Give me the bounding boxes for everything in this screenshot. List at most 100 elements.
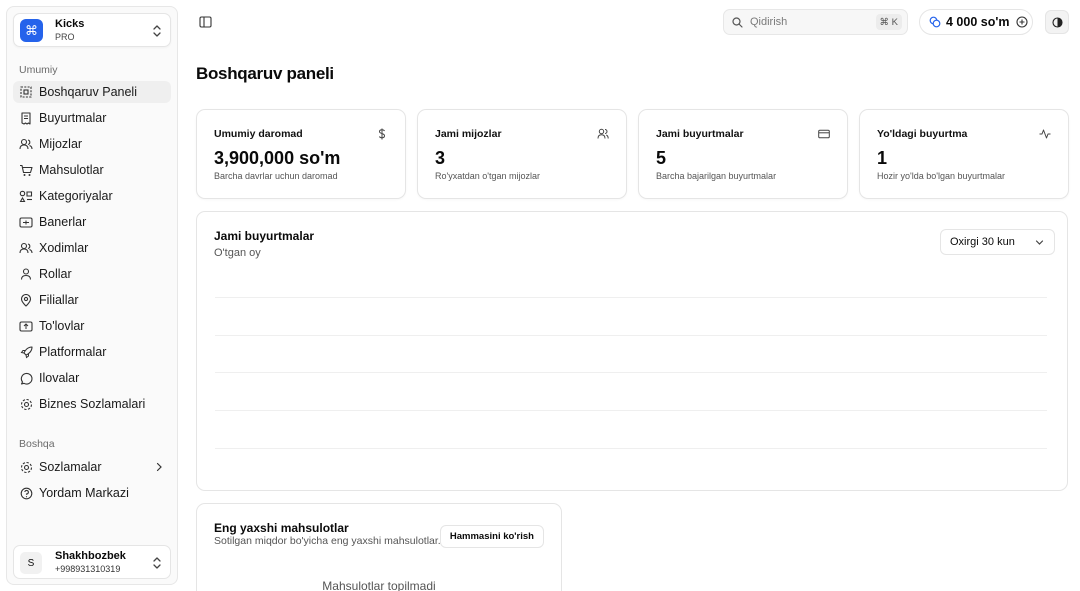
panel-left-icon [198,16,212,28]
top-products-card: Eng yaxshi mahsulotlar Sotilgan miqdor b… [196,503,562,591]
user-menu[interactable]: S Shakhbozbek +998931310319 [13,545,171,579]
help-icon [19,486,33,500]
stat-subtitle: Hozir yo'lda bo'lgan buyurtmalar [877,171,1005,181]
chevron-down-icon [1035,240,1044,245]
cart-icon [19,163,33,177]
sidebar-item-payments[interactable]: To'lovlar [13,315,171,337]
sidebar-item-label: Boshqaruv Paneli [39,85,137,99]
orders-icon [19,111,33,125]
stat-value: 3 [435,148,446,168]
stat-value: 3,900,000 so'm [214,148,341,168]
rocket-icon [19,345,33,359]
stat-title: Yo'ldagi buyurtma [877,128,968,140]
sidebar-item-label: Rollar [39,267,72,281]
balance-pill[interactable]: 4 000 so'm [919,9,1033,35]
stat-title: Jami buyurtmalar [656,128,744,140]
stat-subtitle: Ro'yxatdan o'tgan mijozlar [435,171,540,181]
sidebar-item-banners[interactable]: Banerlar [13,211,171,233]
stat-subtitle: Barcha davrlar uchun daromad [214,171,338,181]
sidebar-item-label: Kategoriyalar [39,189,113,203]
user-name: Shakhbozbek [55,550,126,562]
sidebar-item-label: Mijozlar [39,137,83,151]
stat-subtitle: Barcha bajarilgan buyurtmalar [656,171,777,181]
stat-card-orders: Jami buyurtmalar 5 Barcha bajarilgan buy… [638,109,848,199]
sidebar-item-platforms[interactable]: Platformalar [13,341,171,363]
dollar-icon [378,128,386,140]
banner-icon [19,215,33,229]
avatar: S [20,552,42,574]
categories-icon [19,189,33,203]
chart-gridline [215,410,1047,411]
brand-name: Kicks [55,18,85,30]
sidebar-item-business-settings[interactable]: Biznes Sozlamalari [13,393,171,415]
chart-gridline [215,372,1047,373]
view-all-button[interactable]: Hammasini ko'rish [439,525,544,548]
customers-icon [19,137,33,151]
search-shortcut: ⌘ K [875,14,902,30]
sidebar-item-label: Biznes Sozlamalari [39,397,146,411]
sidebar-item-roles[interactable]: Rollar [13,263,171,285]
users-icon [597,128,609,139]
date-range-select[interactable]: Oxirgi 30 kun [940,229,1055,255]
chevrons-up-down-icon [153,557,161,569]
stat-card-customers: Jami mijozlar 3 Ro'yxatdan o'tgan mijozl… [417,109,627,199]
chart-subtitle: O'tgan oy [214,247,261,259]
stat-value: 5 [656,148,667,168]
theme-toggle-button[interactable] [1045,10,1069,34]
sidebar: ⌘ Kicks PRO Umumiy Boshqaruv Paneli Buyu… [6,6,178,585]
workspace-switcher[interactable]: ⌘ Kicks PRO [13,13,171,47]
top-products-subtitle: Sotilgan miqdor bo'yicha eng yaxshi mahs… [214,535,444,547]
section-label-main: Umumiy [19,64,58,76]
sidebar-item-orders[interactable]: Buyurtmalar [13,107,171,129]
search-box[interactable]: ⌘ K [723,9,908,35]
chat-icon [19,371,33,385]
chart-title: Jami buyurtmalar [214,229,315,243]
sidebar-item-dashboard[interactable]: Boshqaruv Paneli [13,81,171,103]
dashboard-icon [19,85,33,99]
sidebar-item-label: Yordam Markazi [39,486,129,500]
role-icon [19,267,33,281]
sidebar-item-settings[interactable]: Sozlamalar [13,456,171,478]
sidebar-item-label: Xodimlar [39,241,89,255]
sidebar-item-label: Sozlamalar [39,460,102,474]
activity-icon [1039,129,1051,139]
sidebar-item-staff[interactable]: Xodimlar [13,237,171,259]
date-range-value: Oxirgi 30 kun [950,236,1015,248]
user-phone: +998931310319 [55,564,121,574]
add-funds-icon[interactable] [1016,16,1028,28]
section-label-other: Boshqa [19,438,55,450]
chart-gridline [215,448,1047,449]
location-icon [19,293,33,307]
chart-gridline [215,335,1047,336]
sidebar-item-customers[interactable]: Mijozlar [13,133,171,155]
sidebar-item-label: Ilovalar [39,371,80,385]
sidebar-item-label: Filiallar [39,293,79,307]
chart-gridline [215,297,1047,298]
sidebar-item-categories[interactable]: Kategoriyalar [13,185,171,207]
credit-card-icon [818,129,830,139]
coins-icon [929,16,941,28]
sidebar-item-products[interactable]: Mahsulotlar [13,159,171,181]
stat-card-in-transit: Yo'ldagi buyurtma 1 Hozir yo'lda bo'lgan… [859,109,1069,199]
orders-chart-card: Jami buyurtmalar O'tgan oy Oxirgi 30 kun [196,211,1068,491]
brand-logo-icon: ⌘ [20,19,43,42]
chevron-right-icon [156,462,162,472]
sidebar-toggle-button[interactable] [194,11,216,33]
stat-title: Umumiy daromad [214,128,303,140]
sidebar-item-label: Banerlar [39,215,87,229]
search-input[interactable] [750,14,870,30]
contrast-icon [1051,16,1063,28]
gear-icon [19,397,33,411]
empty-state-text: Mahsulotlar topilmadi [322,579,436,591]
sidebar-item-help-center[interactable]: Yordam Markazi [13,482,171,504]
payments-icon [19,319,33,333]
sidebar-item-apps[interactable]: Ilovalar [13,367,171,389]
balance-value: 4 000 so'm [946,15,1010,29]
stat-card-revenue: Umumiy daromad 3,900,000 so'm Barcha dav… [196,109,406,199]
sidebar-item-label: To'lovlar [39,319,85,333]
search-icon [732,17,743,28]
stat-title: Jami mijozlar [435,128,502,140]
sidebar-item-branches[interactable]: Filiallar [13,289,171,311]
chevrons-up-down-icon [153,25,161,37]
gear-icon [19,460,33,474]
